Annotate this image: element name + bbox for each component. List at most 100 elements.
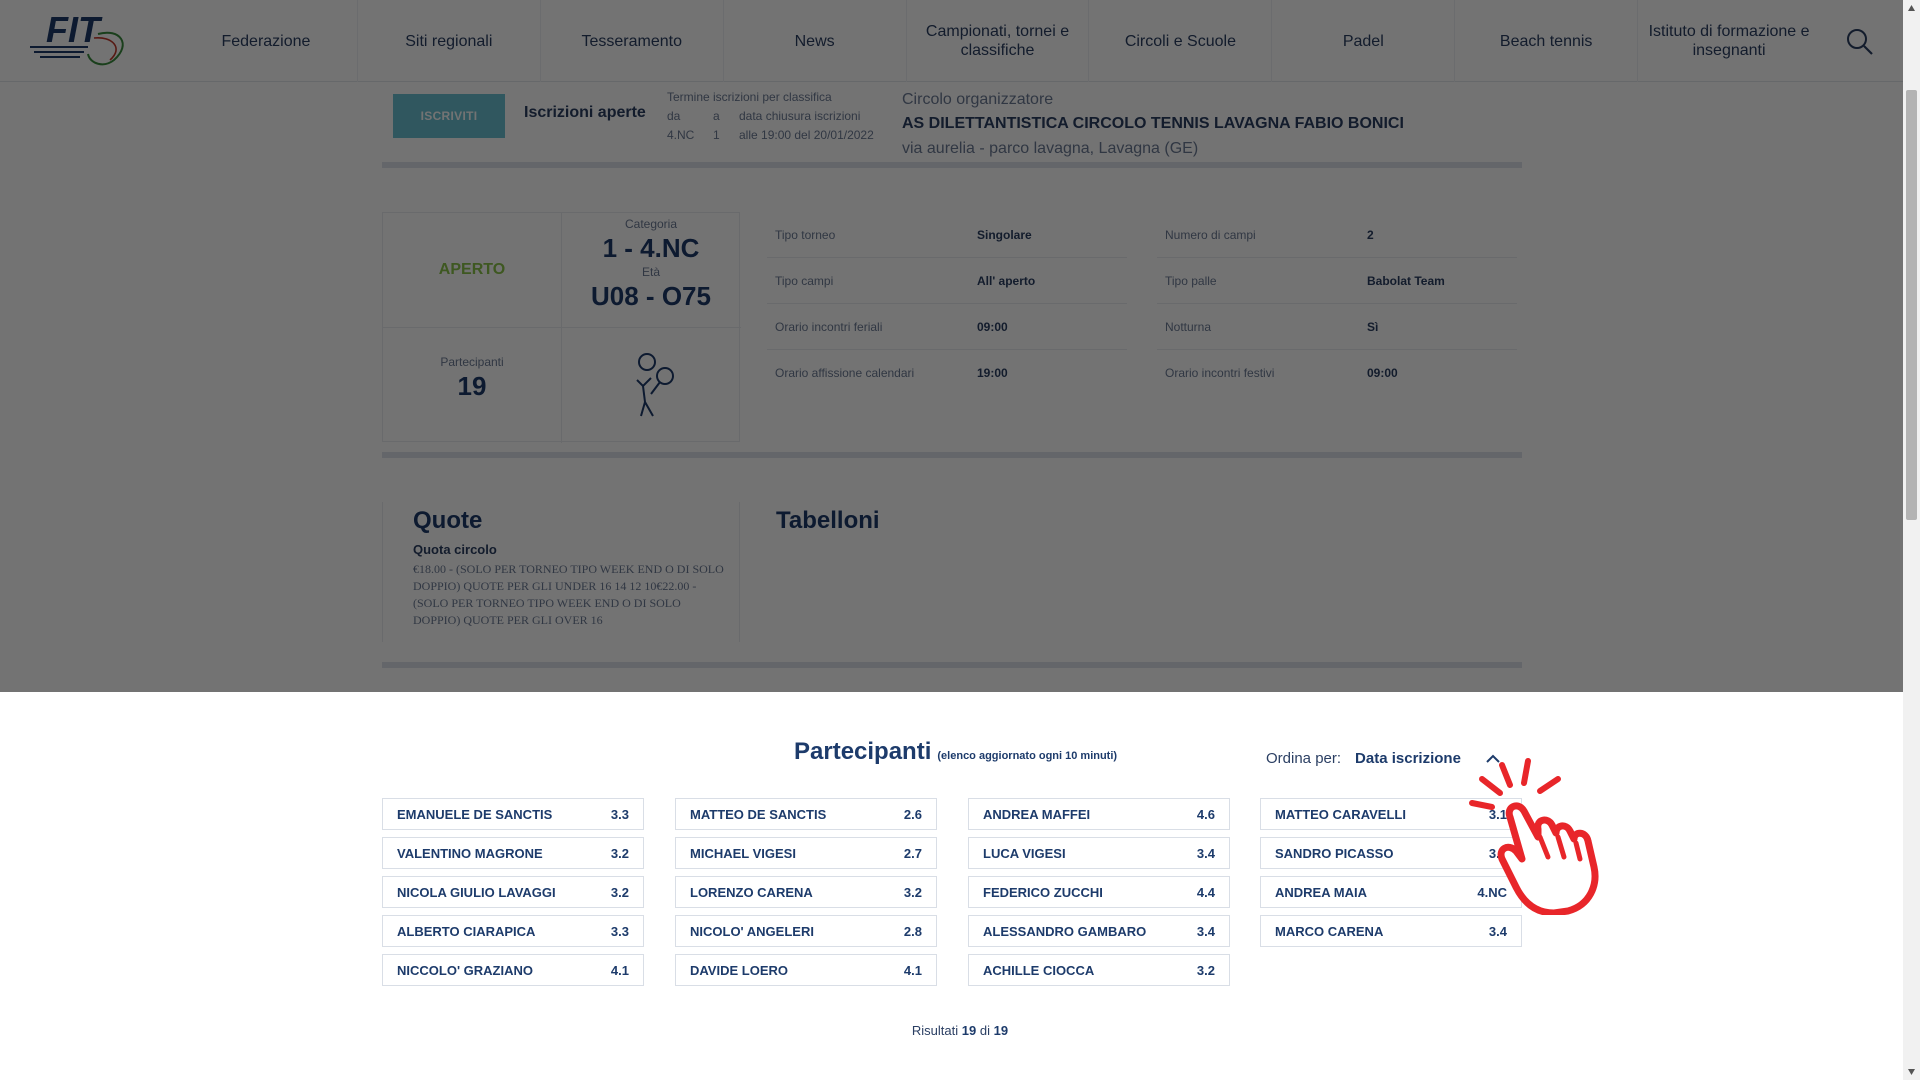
- participant-item[interactable]: ACHILLE CIOCCA 3.2: [968, 954, 1230, 986]
- participants-label: Partecipanti: [440, 355, 504, 369]
- organizer-name[interactable]: AS DILETTANTISTICA CIRCOLO TENNIS LAVAGN…: [902, 112, 1404, 136]
- results-prefix: Risultati: [911, 1023, 959, 1038]
- participant-name: MATTEO DE SANCTIS: [690, 806, 827, 822]
- participant-item[interactable]: ALESSANDRO GAMBARO 3.4: [968, 915, 1230, 947]
- player-icon-cell: [561, 327, 741, 443]
- participant-rank: 4.NC: [1477, 884, 1507, 900]
- nav-federazione[interactable]: Federazione: [175, 0, 358, 82]
- detail-row: Orario incontri festivi 09:00: [1157, 350, 1517, 396]
- divider: [382, 662, 1522, 668]
- nav-news[interactable]: News: [724, 0, 907, 82]
- participant-rank: 3.2: [610, 845, 629, 861]
- participant-item[interactable]: EMANUELE DE SANCTIS 3.3: [382, 798, 644, 830]
- nav-tesseramento[interactable]: Tesseramento: [541, 0, 724, 82]
- participant-name: NICOLO' ANGELERI: [690, 923, 814, 939]
- detail-value: All' aperto: [977, 273, 1036, 288]
- iscriviti-button[interactable]: ISCRIVITI: [393, 94, 505, 138]
- participant-rank: 3.1: [1488, 806, 1507, 822]
- scroll-down-arrow-icon[interactable]: [1907, 1068, 1916, 1076]
- participant-item[interactable]: SANDRO PICASSO 3.5: [1260, 837, 1522, 869]
- participant-item[interactable]: ANDREA MAFFEI 4.6: [968, 798, 1230, 830]
- category-label: Categoria: [624, 217, 678, 231]
- participant-name: MARCO CARENA: [1275, 923, 1384, 939]
- detail-value: 2: [1367, 227, 1374, 242]
- deadline-date-label: data chiusura iscrizioni: [739, 109, 861, 123]
- age-label: Età: [641, 265, 660, 279]
- participants-column: EMANUELE DE SANCTIS 3.3 VALENTINO MAGRONE…: [382, 798, 644, 993]
- participant-item[interactable]: ALBERTO CIARAPICA 3.3: [382, 915, 644, 947]
- detail-row: Tipo palle Babolat Team: [1157, 258, 1517, 304]
- participant-item[interactable]: ANDREA MAIA 4.NC: [1260, 876, 1522, 908]
- deadline-title: Termine iscrizioni per classifica: [667, 90, 832, 104]
- fees-section: Quote Quota circolo €18.00 - (SOLO PER T…: [382, 502, 1522, 652]
- participant-item[interactable]: NICOLO' ANGELERI 2.8: [675, 915, 937, 947]
- participant-rank: 4.1: [903, 962, 922, 978]
- participant-item[interactable]: NICOLA GIULIO LAVAGGI 3.2: [382, 876, 644, 908]
- detail-row: Tipo torneo Singolare: [767, 212, 1127, 258]
- participant-rank: 3.2: [1196, 962, 1215, 978]
- page-scrollbar[interactable]: [1903, 0, 1920, 1080]
- detail-key: Orario incontri festivi: [1165, 366, 1275, 380]
- registration-row: ISCRIVITI Iscrizioni aperte Termine iscr…: [382, 82, 1522, 162]
- participant-item[interactable]: DAVIDE LOERO 4.1: [675, 954, 937, 986]
- participant-item[interactable]: MICHAEL VIGESI 2.7: [675, 837, 937, 869]
- participant-name: LORENZO CARENA: [690, 884, 813, 900]
- category-value: 1 - 4.NC: [602, 233, 700, 263]
- participant-item[interactable]: NICCOLO' GRAZIANO 4.1: [382, 954, 644, 986]
- nav-padel[interactable]: Padel: [1272, 0, 1456, 82]
- age-value: U08 - O75: [591, 281, 711, 311]
- participants-column: MATTEO DE SANCTIS 2.6 MICHAEL VIGESI 2.7 L…: [675, 798, 937, 993]
- nav-beach-tennis[interactable]: Beach tennis: [1455, 0, 1639, 82]
- svg-text:FIT: FIT: [46, 9, 103, 50]
- participant-rank: 4.6: [1196, 806, 1215, 822]
- participant-item[interactable]: FEDERICO ZUCCHI 4.4: [968, 876, 1230, 908]
- participant-name: ALESSANDRO GAMBARO: [983, 923, 1147, 939]
- participants-column: MATTEO CARAVELLI 3.1 SANDRO PICASSO 3.5 AN…: [1260, 798, 1522, 954]
- detail-value: 19:00: [977, 366, 1008, 380]
- deadline-a-value: 1: [713, 128, 720, 142]
- participant-name: DAVIDE LOERO: [690, 962, 788, 978]
- detail-row: Notturna Sì: [1157, 304, 1517, 350]
- participant-name: NICOLA GIULIO LAVAGGI: [397, 884, 556, 900]
- detail-key: Tipo palle: [1165, 273, 1217, 288]
- participants-header: Partecipanti (elenco aggiornato ogni 10 …: [794, 738, 1117, 766]
- participant-item[interactable]: MATTEO DE SANCTIS 2.6: [675, 798, 937, 830]
- detail-row: Orario incontri feriali 09:00: [767, 304, 1127, 350]
- deadline-da-value: 4.NC: [667, 128, 695, 142]
- deadline-date-value: alle 19:00 del 20/01/2022: [739, 128, 874, 142]
- nav-campionati[interactable]: Campionati, tornei e classifiche: [907, 0, 1090, 82]
- participant-name: LUCA VIGESI: [983, 845, 1066, 861]
- participant-item[interactable]: LORENZO CARENA 3.2: [675, 876, 937, 908]
- participant-item[interactable]: MATTEO CARAVELLI 3.1: [1260, 798, 1522, 830]
- stats-grid: APERTO Categoria 1 - 4.NC Età U08 - O75 …: [382, 212, 741, 443]
- tournament-status: APERTO: [438, 261, 506, 278]
- participant-name: ALBERTO CIARAPICA: [397, 923, 536, 939]
- chevron-up-icon[interactable]: [1485, 751, 1501, 767]
- search-icon[interactable]: [1844, 26, 1876, 58]
- nav-istituto[interactable]: Istituto di formazione e insegnanti: [1638, 0, 1820, 82]
- registration-status: Iscrizioni aperte: [524, 104, 646, 121]
- registration-deadline: Termine iscrizioni per classifica da a d…: [667, 88, 874, 145]
- participant-item[interactable]: MARCO CARENA 3.4: [1260, 915, 1522, 947]
- participant-item[interactable]: LUCA VIGESI 3.4: [968, 837, 1230, 869]
- scrollbar-thumb[interactable]: [1906, 90, 1917, 520]
- sort-label: Ordina per:: [1266, 750, 1342, 767]
- participant-rank: 3.2: [610, 884, 629, 900]
- participant-rank: 3.5: [1488, 845, 1507, 861]
- nav-circoli-scuole[interactable]: Circoli e Scuole: [1089, 0, 1273, 82]
- participants-note: (elenco aggiornato ogni 10 minuti): [937, 750, 1118, 762]
- participant-rank: 2.7: [903, 845, 922, 861]
- participant-item[interactable]: VALENTINO MAGRONE 3.2: [382, 837, 644, 869]
- fit-logo[interactable]: FIT: [28, 8, 148, 74]
- nav-siti-regionali[interactable]: Siti regionali: [358, 0, 541, 82]
- participant-name: FEDERICO ZUCCHI: [983, 884, 1103, 900]
- tennis-player-icon: [636, 353, 674, 417]
- participant-rank: 4.4: [1196, 884, 1215, 900]
- organizer-address: via aurelia - parco lavagna, Lavagna (GE…: [902, 140, 1199, 157]
- organizer-info: Circolo organizzatore AS DILETTANTISTICA…: [902, 88, 1404, 162]
- sort-select[interactable]: Data iscrizione: [1355, 750, 1461, 767]
- scroll-up-arrow-icon[interactable]: [1907, 4, 1916, 12]
- fees-text: €18.00 - (SOLO PER TORNEO TIPO WEEK END …: [413, 562, 724, 627]
- participant-name: MATTEO CARAVELLI: [1275, 806, 1406, 822]
- detail-row: Numero di campi 2: [1157, 212, 1517, 258]
